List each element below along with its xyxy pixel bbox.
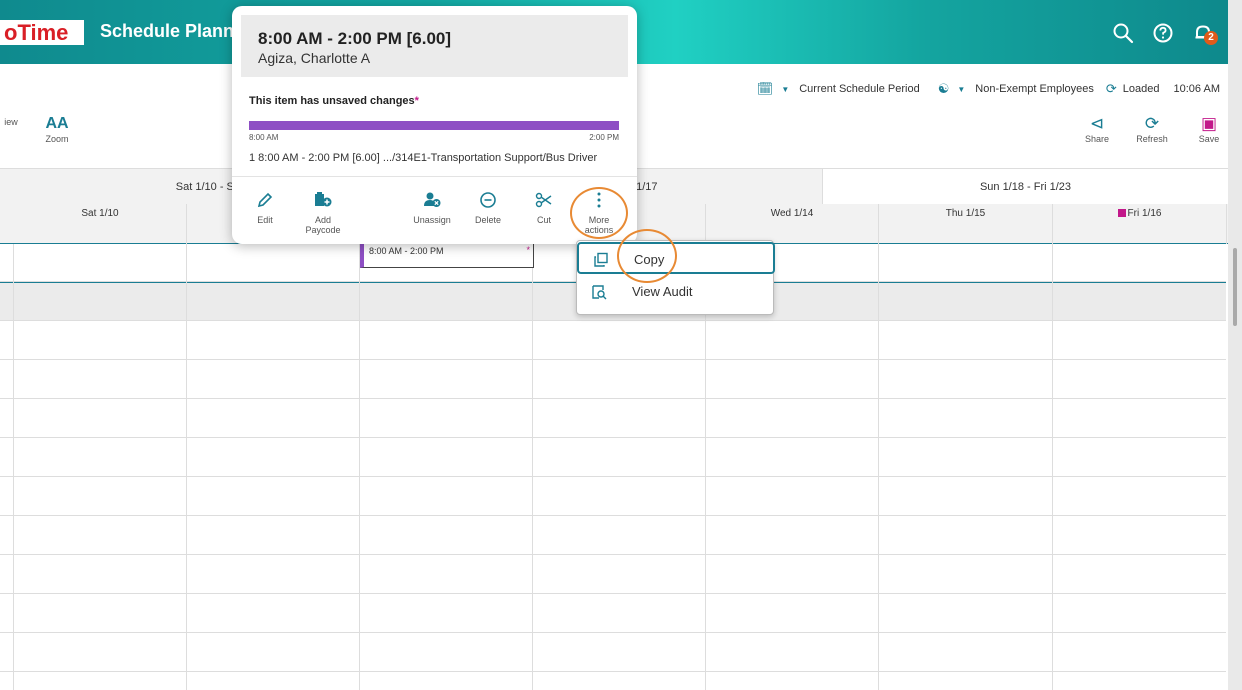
more-label-2: actions (584, 225, 614, 235)
load-status: Loaded (1122, 83, 1160, 95)
audit-icon (591, 284, 607, 300)
divider (232, 176, 637, 177)
timeline-start: 8:00 AM (249, 133, 279, 142)
cut-label: Cut (536, 215, 551, 225)
search-icon[interactable] (1112, 22, 1134, 44)
view-audit-label: View Audit (632, 284, 693, 299)
edit-label: Edit (257, 215, 273, 225)
day-header: Thu 1/15 (879, 204, 1053, 244)
edit-button[interactable]: Edit (254, 191, 276, 225)
period-tab-3[interactable]: Sun 1/18 - Fri 1/23 (822, 169, 1228, 205)
notifications-icon[interactable]: 2 (1192, 22, 1218, 45)
share-button[interactable]: ⊲ Share (1080, 114, 1114, 144)
add-paycode-button[interactable]: Add Paycode (304, 191, 342, 235)
scrollbar-thumb[interactable] (1233, 248, 1237, 326)
day-header: Sat 1/10 (14, 204, 187, 244)
view-label: iew (4, 117, 18, 127)
grid-divider (532, 244, 533, 690)
hierarchy-icon[interactable]: ☯ (938, 81, 950, 97)
more-actions-button[interactable]: More actions (584, 191, 614, 235)
share-icon: ⊲ (1089, 114, 1105, 133)
view-audit-menu-item[interactable]: View Audit (577, 276, 775, 308)
schedule-row[interactable] (0, 633, 1226, 672)
shift-segment: 1 8:00 AM - 2:00 PM [6.00] .../314E1-Tra… (249, 152, 598, 164)
more-vertical-icon (584, 191, 614, 209)
shift-details-popover: 8:00 AM - 2:00 PM [6.00] Agiza, Charlott… (232, 6, 637, 244)
pencil-icon (254, 191, 276, 209)
chevron-down-icon[interactable]: ▼ (781, 85, 789, 94)
minus-circle-icon (471, 191, 505, 209)
more-actions-menu: Copy View Audit (576, 240, 775, 315)
app-logo: oTime (0, 20, 84, 45)
scrollbar-track[interactable] (1228, 0, 1242, 690)
period-selector[interactable]: Current Schedule Period (799, 83, 919, 95)
cut-button[interactable]: Cut (532, 191, 556, 225)
period-tab-2[interactable]: t 1/17 (630, 169, 720, 205)
copy-menu-item[interactable]: Copy (577, 242, 775, 274)
day-header-label: Fri 1/16 (1127, 208, 1162, 219)
notification-badge: 2 (1204, 31, 1218, 45)
flag-square-icon (1117, 209, 1126, 217)
header-icons: 2 (1112, 22, 1218, 45)
view-button[interactable]: iew (0, 117, 24, 127)
day-header-flagged: Fri 1/16 (1053, 204, 1227, 244)
schedule-row[interactable] (0, 360, 1226, 399)
refresh-label: Refresh (1136, 134, 1168, 144)
schedule-row[interactable] (0, 477, 1226, 516)
grid-divider (13, 244, 14, 690)
delete-button[interactable]: Delete (471, 191, 505, 225)
add-paycode-label-2: Paycode (305, 225, 341, 235)
save-button[interactable]: ▣ Save (1194, 114, 1224, 144)
unassign-button[interactable]: Unassign (410, 191, 454, 225)
grid-divider (359, 244, 360, 690)
zoom-label: Zoom (45, 134, 69, 144)
shift-timeline-bar (249, 121, 619, 130)
timeline-end: 2:00 PM (589, 133, 619, 142)
copy-label: Copy (634, 252, 665, 267)
group-selector[interactable]: Non-Exempt Employees (975, 83, 1094, 95)
delete-label: Delete (474, 215, 501, 225)
save-icon: ▣ (1200, 114, 1218, 133)
grid-divider (1052, 244, 1053, 690)
person-remove-icon (410, 191, 454, 209)
calendar-icon[interactable]: 🗓 (757, 81, 774, 97)
app-frame: oTime Schedule Planner 2 🗓 ▼ Current Sch… (0, 0, 1228, 690)
scissors-icon (532, 191, 556, 209)
add-paycode-label-1: Add (314, 215, 331, 225)
schedule-row[interactable] (0, 321, 1226, 360)
schedule-row[interactable] (0, 555, 1226, 594)
more-label-1: More (588, 215, 610, 225)
save-label: Save (1198, 134, 1220, 144)
help-icon[interactable] (1152, 22, 1174, 44)
grid-divider (186, 244, 187, 690)
sync-icon: ⟳ (1105, 81, 1117, 96)
unsaved-star: * (414, 95, 419, 107)
zoom-button[interactable]: AA Zoom (40, 114, 74, 144)
shift-block[interactable]: 8:00 AM - 2:00 PM * (360, 242, 534, 268)
schedule-row[interactable] (0, 516, 1226, 555)
zoom-icon: AA (45, 115, 69, 132)
grid-divider (878, 244, 879, 690)
schedule-row[interactable] (0, 594, 1226, 633)
shift-label: 8:00 AM - 2:00 PM (369, 246, 444, 256)
schedule-row[interactable] (0, 399, 1226, 438)
current-time: 10:06 AM (1173, 83, 1220, 95)
popover-header: 8:00 AM - 2:00 PM [6.00] Agiza, Charlott… (241, 15, 628, 77)
unsaved-marker: * (526, 245, 530, 255)
copy-icon (593, 252, 609, 268)
paycode-add-icon (304, 191, 342, 209)
chevron-down-icon[interactable]: ▼ (957, 85, 965, 94)
schedule-row[interactable] (0, 438, 1226, 477)
refresh-button[interactable]: ⟳ Refresh (1132, 114, 1172, 144)
app-title: Schedule Planner (100, 21, 252, 41)
schedule-info-row: 🗓 ▼ Current Schedule Period ☯ ▼ Non-Exem… (757, 81, 1220, 97)
unsaved-text: This item has unsaved changes (249, 95, 415, 107)
refresh-icon: ⟳ (1144, 114, 1160, 133)
shift-time-title: 8:00 AM - 2:00 PM [6.00] (258, 29, 452, 48)
unassign-label: Unassign (413, 215, 451, 225)
day-header: Wed 1/14 (706, 204, 879, 244)
employee-name: Agiza, Charlotte A (258, 50, 371, 66)
share-label: Share (1084, 134, 1110, 144)
unsaved-notice: This item has unsaved changes* (249, 95, 419, 107)
